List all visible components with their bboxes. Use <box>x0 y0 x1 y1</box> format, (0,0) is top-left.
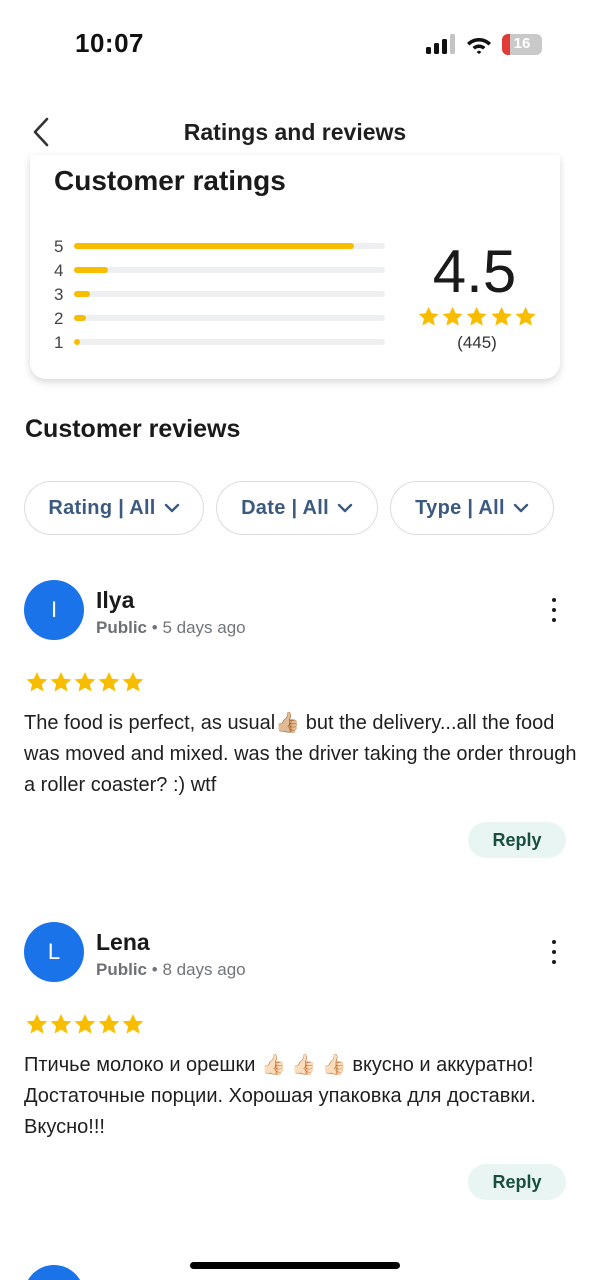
ratings-summary-card: Customer ratings 5 4 3 2 1 4.5 (445) <box>30 155 560 379</box>
ratings-card-title: Customer ratings <box>54 165 286 196</box>
rating-bar-track <box>74 267 385 273</box>
rating-bar-label: 1 <box>54 333 64 352</box>
rating-bar-row: 3 <box>54 285 394 304</box>
rating-bar-label: 2 <box>54 309 64 328</box>
review-visibility: Public <box>96 960 148 979</box>
wifi-icon <box>467 38 491 54</box>
star-icon <box>442 306 463 326</box>
reviewer-name: Ilya <box>96 587 135 613</box>
star-icon <box>74 672 96 692</box>
meta-separator: • <box>151 618 163 637</box>
more-vert-icon[interactable] <box>540 598 568 622</box>
status-bar: 10:07 16 <box>0 0 590 90</box>
battery-level: 16 <box>513 34 531 52</box>
star-icon <box>491 306 512 326</box>
rating-bar-fill <box>74 291 90 297</box>
rating-bar-row: 4 <box>54 261 394 280</box>
status-time: 10:07 <box>75 28 144 58</box>
chevron-down-icon <box>164 503 179 513</box>
rating-count: (445) <box>457 333 497 352</box>
review-text: The food is perfect, as usual👍🏼 but the … <box>24 712 577 796</box>
rating-bar-label: 3 <box>54 285 64 304</box>
rating-bar-label: 4 <box>54 261 64 280</box>
chevron-down-icon <box>513 503 529 513</box>
review-item: I Ilya Public • 5 days ago The food is p… <box>0 580 590 880</box>
reply-button[interactable]: Reply <box>468 822 566 858</box>
review-time: 5 days ago <box>162 618 246 637</box>
review-meta: Public • 5 days ago <box>96 618 246 638</box>
star-icon <box>50 672 72 692</box>
star-icon <box>26 1014 48 1034</box>
rating-bar-track <box>74 315 385 321</box>
rating-bar-row: 1 <box>54 333 394 352</box>
filter-rating-chip[interactable]: Rating | All <box>24 481 204 535</box>
reviews-section-title: Customer reviews <box>25 415 241 443</box>
chevron-down-icon <box>337 503 353 513</box>
avatar <box>24 1265 84 1280</box>
average-rating: 4.5 <box>432 238 517 305</box>
rating-bar-fill <box>74 315 86 321</box>
star-icon <box>50 1014 72 1034</box>
rating-bar-track <box>74 243 385 249</box>
home-indicator <box>190 1262 400 1269</box>
star-icon <box>26 672 48 692</box>
star-icon <box>122 672 144 692</box>
cellular-signal-icon <box>426 34 455 54</box>
reply-button[interactable]: Reply <box>468 1164 566 1200</box>
filter-type-chip[interactable]: Type | All <box>390 481 554 535</box>
star-icon <box>515 306 536 326</box>
review-visibility: Public <box>96 618 148 637</box>
rating-bar-fill <box>74 243 354 249</box>
more-vert-icon[interactable] <box>540 940 568 964</box>
filter-rating-label: Rating | All <box>48 496 156 519</box>
rating-bar-track <box>74 291 385 297</box>
review-stars <box>25 670 145 694</box>
rating-bar-fill <box>74 267 108 273</box>
average-rating-stars <box>417 305 537 328</box>
filter-type-label: Type | All <box>415 496 505 519</box>
review-time: 8 days ago <box>162 960 246 979</box>
filter-date-chip[interactable]: Date | All <box>216 481 378 535</box>
rating-bar-row: 2 <box>54 309 394 328</box>
rating-bar-track <box>74 339 385 345</box>
reviewer-name: Lena <box>96 929 150 955</box>
avatar: I <box>24 580 84 640</box>
review-meta: Public • 8 days ago <box>96 960 246 980</box>
battery-icon: 16 <box>502 33 542 55</box>
rating-bar-label: 5 <box>54 237 64 256</box>
star-icon <box>98 672 120 692</box>
star-icon <box>74 1014 96 1034</box>
page-title: Ratings and reviews <box>183 119 407 145</box>
review-stars <box>25 1012 145 1036</box>
rating-bar-fill <box>74 339 80 345</box>
avatar: L <box>24 922 84 982</box>
star-icon <box>466 306 488 326</box>
star-icon <box>122 1014 144 1034</box>
rating-bar-row: 5 <box>54 237 394 256</box>
review-item: L Lena Public • 8 days ago Птичье молоко… <box>0 922 590 1222</box>
review-text: Птичье молоко и орешки 👍🏻 👍🏻 👍🏻 вкусно и… <box>24 1054 536 1138</box>
meta-separator: • <box>151 960 163 979</box>
star-icon <box>98 1014 120 1034</box>
star-icon <box>418 306 439 326</box>
status-icons: 16 <box>426 33 542 55</box>
filter-date-label: Date | All <box>241 496 329 519</box>
